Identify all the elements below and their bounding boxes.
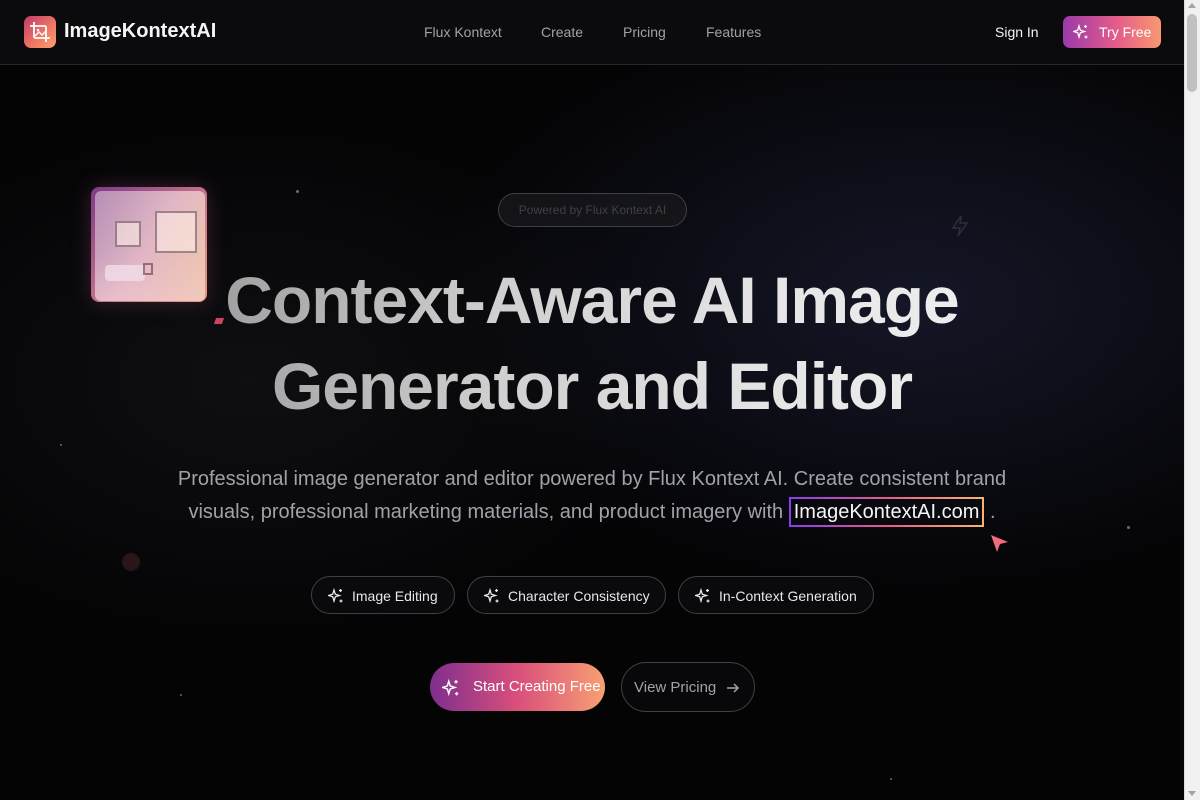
bolt-icon xyxy=(951,215,969,237)
sparkles-icon xyxy=(442,679,459,697)
hero-subtitle-line1: Professional image generator and editor … xyxy=(177,468,1007,490)
feature-label: Character Consistency xyxy=(508,588,650,604)
powered-by-badge: Powered by Flux Kontext AI xyxy=(498,193,687,227)
view-pricing-label: View Pricing xyxy=(634,679,717,696)
sparkles-icon xyxy=(695,588,710,604)
feature-pill-image-editing[interactable]: Image Editing xyxy=(311,576,455,614)
feature-pill-character-consistency[interactable]: Character Consistency xyxy=(467,576,666,614)
hero-headline-line1: Context-Aware AI Image xyxy=(100,262,1084,338)
nav-link-flux-kontext[interactable]: Flux Kontext xyxy=(424,24,502,40)
arrow-right-icon xyxy=(727,683,740,693)
page-scrollbar[interactable] xyxy=(1184,0,1200,800)
top-navbar: ImageKontextAI Flux Kontext Create Prici… xyxy=(0,0,1184,65)
hero-headline-line2: Generator and Editor xyxy=(100,348,1084,424)
sign-in-link[interactable]: Sign In xyxy=(995,24,1039,40)
decorative-circle xyxy=(122,553,140,571)
pointer-cursor-icon xyxy=(991,535,1008,552)
sparkles-icon xyxy=(1073,24,1088,40)
logo[interactable] xyxy=(24,16,56,48)
scroll-down-icon[interactable] xyxy=(1188,791,1196,796)
try-free-button[interactable]: Try Free xyxy=(1063,16,1161,48)
feature-label: In-Context Generation xyxy=(719,588,857,604)
start-creating-label: Start Creating Free xyxy=(473,678,601,695)
sparkles-icon xyxy=(328,588,343,604)
crop-image-icon xyxy=(30,22,50,42)
star-dot xyxy=(296,190,299,193)
feature-label: Image Editing xyxy=(352,588,438,604)
star-dot xyxy=(1127,526,1130,529)
try-free-label: Try Free xyxy=(1099,24,1152,40)
scroll-up-icon[interactable] xyxy=(1188,3,1196,8)
scrollbar-thumb[interactable] xyxy=(1187,14,1197,92)
brand-name[interactable]: ImageKontextAI xyxy=(64,20,216,43)
subtitle-text: visuals, professional marketing material… xyxy=(188,501,784,523)
star-dot xyxy=(180,694,182,696)
hero-subtitle-line2: visuals, professional marketing material… xyxy=(150,497,1034,527)
nav-link-pricing[interactable]: Pricing xyxy=(623,24,666,40)
sparkles-icon xyxy=(484,588,499,604)
feature-pill-in-context-generation[interactable]: In-Context Generation xyxy=(678,576,874,614)
star-dot xyxy=(60,444,62,446)
highlighted-domain: ImageKontextAI.com xyxy=(788,497,985,527)
subtitle-period: . xyxy=(989,501,996,523)
nav-link-features[interactable]: Features xyxy=(706,24,761,40)
start-creating-free-button[interactable]: Start Creating Free xyxy=(430,663,605,711)
star-dot xyxy=(890,778,892,780)
nav-link-create[interactable]: Create xyxy=(541,24,583,40)
view-pricing-button[interactable]: View Pricing xyxy=(621,662,755,712)
